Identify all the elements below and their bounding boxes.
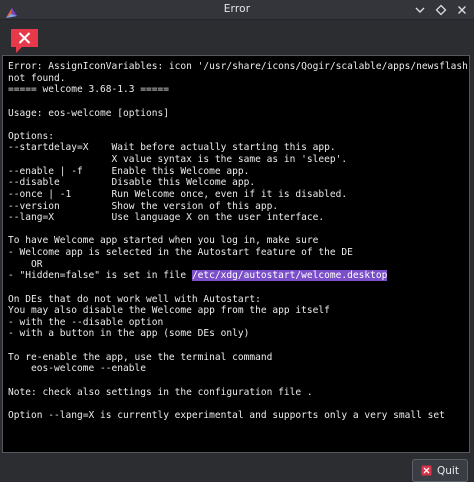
message-line: - with a button in the app (some DEs onl…: [8, 328, 467, 340]
message-line-text: - with the --disable option: [8, 316, 164, 328]
message-line-text: --startdelay=X Wait before actually star…: [8, 142, 336, 154]
message-line-text: ===== welcome 3.68-1.3 =====: [8, 84, 169, 96]
message-line-text: --disable Disable this Welcome app.: [8, 177, 256, 189]
message-line-text: - with a button in the app (some DEs onl…: [8, 328, 250, 340]
chevron-down-icon: [415, 7, 425, 13]
message-line: [8, 398, 467, 410]
message-line: OR: [8, 259, 467, 271]
message-line-text: eos-welcome --enable: [8, 363, 146, 375]
message-line-text: To re-enable the app, use the terminal c…: [8, 351, 273, 363]
message-line-text: Usage: eos-welcome [options]: [8, 107, 169, 119]
message-line: - with the --disable option: [8, 317, 467, 329]
message-line: To have Welcome app started when you log…: [8, 235, 467, 247]
message-line: [8, 375, 467, 387]
message-line-text: - Welcome app is selected in the Autosta…: [8, 247, 353, 258]
message-line-text: --once | -1 Run Welcome once, even if it…: [8, 188, 348, 200]
message-text-area[interactable]: Error: AssignIconVariables: icon '/usr/s…: [2, 55, 470, 453]
message-line-text: Options:: [8, 130, 54, 142]
quit-icon: [421, 465, 432, 476]
maximize-button[interactable]: [434, 3, 448, 17]
message-line-text: --version Show the version of this app.: [8, 200, 279, 212]
message-line: [8, 224, 467, 236]
title-bar[interactable]: Error: [0, 0, 474, 20]
message-line: Note: check also settings in the configu…: [8, 387, 467, 399]
message-line: [8, 340, 467, 352]
message-line: To re-enable the app, use the terminal c…: [8, 352, 467, 364]
message-line: X value syntax is the same as in 'sleep'…: [8, 154, 467, 166]
message-line: - Welcome app is selected in the Autosta…: [8, 247, 467, 259]
message-line: --startdelay=X Wait before actually star…: [8, 142, 467, 154]
message-line-text: not found.: [8, 72, 66, 84]
message-line: On DEs that do not work well with Autost…: [8, 294, 467, 306]
quit-button-label: Quit: [437, 464, 459, 477]
message-line: [8, 96, 467, 108]
message-line: - "Hidden=false" is set in file /etc/xdg…: [8, 270, 467, 282]
message-line-text: Note: check also settings in the configu…: [8, 386, 313, 398]
close-button[interactable]: [455, 3, 469, 17]
message-line: Options:: [8, 131, 467, 143]
message-line-text: --lang=X Use language X on the user inte…: [8, 212, 325, 224]
close-icon: [458, 6, 466, 14]
message-line: [8, 119, 467, 131]
quit-button[interactable]: Quit: [412, 459, 468, 482]
message-line: Usage: eos-welcome [options]: [8, 108, 467, 120]
message-line-text: You may also disable the Welcome app fro…: [8, 305, 330, 317]
message-line-text: To have Welcome app started when you log…: [8, 235, 319, 247]
message-line: --disable Disable this Welcome app.: [8, 177, 467, 189]
minimize-button[interactable]: [413, 3, 427, 17]
message-line-text: - "Hidden=false" is set in file: [8, 270, 192, 282]
error-message-icon: [10, 28, 39, 55]
message-line-text: Option --lang=X is currently experimenta…: [8, 409, 445, 421]
message-line-text: On DEs that do not work well with Autost…: [8, 293, 261, 305]
message-line: [8, 282, 467, 294]
message-line: not found.: [8, 73, 467, 85]
message-line: --version Show the version of this app.: [8, 201, 467, 213]
message-line: --once | -1 Run Welcome once, even if it…: [8, 189, 467, 201]
message-text: Error: AssignIconVariables: icon '/usr/s…: [8, 61, 470, 422]
diamond-icon: [435, 4, 447, 16]
message-line: --enable | -f Enable this Welcome app.: [8, 166, 467, 178]
selected-file-path[interactable]: /etc/xdg/autostart/welcome.desktop: [191, 270, 388, 282]
message-line: eos-welcome --enable: [8, 363, 467, 375]
message-line-text: OR: [8, 258, 43, 270]
message-line-text: --enable | -f Enable this Welcome app.: [8, 165, 250, 177]
window-title: Error: [223, 3, 251, 15]
message-line: --lang=X Use language X on the user inte…: [8, 212, 467, 224]
message-line: Error: AssignIconVariables: icon '/usr/s…: [8, 61, 470, 73]
message-line: ===== welcome 3.68-1.3 =====: [8, 84, 467, 96]
message-line: Option --lang=X is currently experimenta…: [8, 410, 467, 422]
message-line-text: X value syntax is the same as in 'sleep'…: [8, 154, 348, 165]
message-line: You may also disable the Welcome app fro…: [8, 305, 467, 317]
message-line-text: Error: AssignIconVariables: icon '/usr/s…: [8, 61, 470, 72]
